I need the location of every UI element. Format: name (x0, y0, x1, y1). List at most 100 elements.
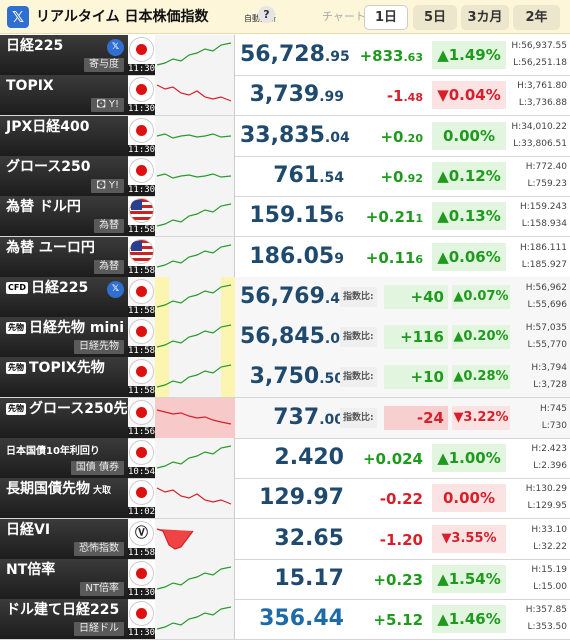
sparkline-chart[interactable] (155, 75, 235, 116)
page-title: リアルタイム 日本株価指数 (36, 9, 209, 25)
sparkline-chart[interactable] (155, 196, 235, 237)
sub-link-button[interactable]: 恐怖指数 (74, 541, 124, 556)
sparkline-chart[interactable] (155, 236, 235, 277)
row-label[interactable]: TOPIX 🖸 Y! (0, 75, 128, 116)
sub-link-button[interactable]: 寄与度 (84, 58, 124, 72)
change-percent: ▼3.55% (432, 524, 506, 553)
sparkline-chart[interactable] (155, 317, 235, 358)
quote-row[interactable]: 先物 TOPIX先物 11:58 3,750.50 指数比: +10 ▲0.28% H:3,7… (0, 357, 570, 399)
instrument-name-text: 為替 ユーロ円 (6, 239, 95, 256)
sparkline-svg (155, 276, 235, 317)
instrument-name: 先物 グロース250先物 (6, 401, 142, 418)
row-label[interactable]: 日経VI 恐怖指数 (0, 518, 128, 559)
quote-row[interactable]: CFD 日経225 𝕏 11:58 56,769.40 指数比: +40 ▲0.07% H:56… (0, 276, 570, 318)
chart-period-label: チャート: (322, 10, 370, 23)
quote-row[interactable]: 日経225 寄与度 𝕏 11:30 56,728.95 +833.63 ▲1.49% H:56… (0, 35, 570, 76)
quote-row[interactable]: 先物 グロース250先物 11:56 737.00 指数比: -24 ▼3.22% H:745… (0, 397, 570, 439)
sparkline-chart[interactable] (155, 558, 235, 599)
high-value: H:56,937.55 (511, 41, 567, 51)
price-main: 186.05 (249, 243, 335, 269)
sparkline-chart[interactable] (155, 397, 235, 438)
quote-row[interactable]: 為替 ドル円 為替 11:58 159.156 +0.211 ▲0.13% H:159.24… (0, 196, 570, 238)
japan-flag-dot (136, 447, 147, 458)
sparkline-chart[interactable] (155, 438, 235, 478)
sparkline-chart[interactable] (155, 276, 235, 317)
low-value: L:33,806.51 (513, 138, 567, 149)
row-label[interactable]: 先物 日経先物 mini 日経先物 (0, 317, 128, 358)
sparkline-chart[interactable] (155, 155, 235, 196)
quote-row[interactable]: 長期国債先物 大取 11:02 129.97 -0.22 0.00% H:130.29 L:1… (0, 478, 570, 520)
sub-link-button[interactable]: 為替 (94, 219, 124, 234)
sparkline-svg (155, 357, 235, 398)
change-percent: ▲0.13% (432, 202, 506, 231)
japan-flag-icon (129, 319, 154, 345)
low-value: L:3,728 (533, 380, 567, 391)
change-percent: ▲0.20% (452, 325, 510, 350)
index-ratio-label: 指数比: (340, 367, 377, 388)
update-time: 11:30 (128, 628, 156, 640)
price-value: 2.420 (240, 444, 344, 472)
quote-row[interactable]: 為替 ユーロ円 為替 11:58 186.059 +0.116 ▲0.06% H:186.1… (0, 236, 570, 278)
x-share-icon[interactable]: 𝕏 (107, 280, 124, 298)
sub-link-button[interactable]: 🖸 Y! (91, 178, 124, 193)
row-label[interactable]: 為替 ドル円 為替 (0, 196, 128, 237)
row-label[interactable]: CFD 日経225 𝕏 (0, 276, 128, 317)
high-value: H:34,010.22 (511, 121, 567, 132)
quote-row[interactable]: 日本国債10年利回り 国債 債券 10:54 2.420 +0.024 ▲1.00% H:2… (0, 438, 570, 479)
row-label[interactable]: JPX日経400 (0, 115, 128, 156)
sub-link-button[interactable]: 🖸 Y! (91, 98, 124, 113)
japan-flag-dot (136, 567, 147, 579)
japan-flag-dot (136, 608, 147, 620)
sub-link-button[interactable]: 日経ドル (74, 622, 124, 637)
row-label[interactable]: 為替 ユーロ円為替 (0, 236, 128, 277)
quote-row[interactable]: グロース250 🖸 Y! 11:30 761.54 +0.92 ▲0.12% H:772.4… (0, 155, 570, 197)
quote-row[interactable]: JPX日経400 11:30 33,835.04 +0.20 0.00% H:34,010… (0, 115, 570, 157)
japan-flag-icon (129, 560, 154, 586)
tab-2year[interactable]: 2年 (513, 5, 560, 30)
row-label[interactable]: ドル建て日経225 日経ドル (0, 599, 128, 640)
price-value: 56,728.95 (240, 41, 350, 71)
sparkline-chart[interactable] (155, 115, 235, 156)
row-label[interactable]: 日経225 寄与度 𝕏 (0, 35, 128, 75)
row-label[interactable]: 先物 グロース250先物 (0, 397, 142, 438)
quote-row[interactable]: 先物 日経先物 mini 日経先物 11:58 56,845.00 指数比: +116 ▲0.… (0, 317, 570, 359)
sparkline-svg (156, 173, 232, 179)
row-label[interactable]: 先物 TOPIX先物 (0, 357, 128, 398)
quote-row[interactable]: ドル建て日経225 日経ドル 11:30 356.44 +5.12 ▲1.46% H:357… (0, 599, 570, 640)
update-time: 11:02 (128, 507, 156, 519)
x-share-icon[interactable]: 𝕏 (107, 39, 124, 56)
sparkline-chart[interactable] (155, 599, 235, 640)
low-value: L:730 (541, 420, 567, 431)
sparkline-chart[interactable] (155, 35, 235, 75)
quote-row[interactable]: NT倍率 NT倍率 11:30 15.17 +0.23 ▲1.54% H:15.19 L:15… (0, 558, 570, 600)
row-label[interactable]: 日本国債10年利回り 国債 債券 (0, 438, 128, 478)
row-label[interactable]: NT倍率 NT倍率 (0, 558, 128, 599)
sparkline-svg (156, 243, 232, 268)
price-value: 33,835.04 (240, 122, 350, 152)
sub-link-button[interactable]: 日経先物 (74, 340, 124, 355)
sparkline-chart[interactable] (155, 478, 235, 519)
x-share-icon[interactable]: 𝕏 (7, 6, 29, 28)
app-header: 𝕏 リアルタイム 日本株価指数 自動更新 ? チャート: 1日 5日 3カ月 2… (0, 0, 570, 34)
quote-row[interactable]: 日経VI 恐怖指数 Ⓥ 11:58 32.65 -1.20 ▼3.55% H:33.10 L:3… (0, 518, 570, 560)
change-value: -1.48 (340, 87, 423, 107)
instrument-name: 日経VI (6, 522, 50, 539)
change-main: +0.21 (365, 208, 416, 227)
quote-row[interactable]: TOPIX 🖸 Y! 11:30 3,739.99 -1.48 ▼0.04% H:3,761… (0, 75, 570, 117)
tab-5day[interactable]: 5日 (413, 5, 457, 30)
row-label[interactable]: 長期国債先物 大取 (0, 478, 128, 519)
low-value: L:32.22 (533, 541, 567, 552)
sparkline-chart[interactable] (155, 518, 235, 559)
instrument-name-text: 日経225 (30, 279, 89, 296)
price-value: 129.97 (240, 484, 344, 512)
sparkline-chart[interactable] (155, 357, 235, 398)
sub-link-button[interactable]: 為替 (94, 259, 124, 274)
tab-1day[interactable]: 1日 (364, 5, 408, 30)
tab-3month[interactable]: 3カ月 (461, 5, 509, 30)
high-low: H:159.243 L:158.934 (510, 199, 570, 233)
instrument-name-text: NT倍率 (6, 561, 56, 578)
help-icon[interactable]: ? (258, 6, 275, 23)
sub-link-button[interactable]: 国債 債券 (70, 461, 124, 475)
sub-link-button[interactable]: NT倍率 (80, 581, 124, 596)
row-label[interactable]: グロース250 🖸 Y! (0, 155, 128, 196)
